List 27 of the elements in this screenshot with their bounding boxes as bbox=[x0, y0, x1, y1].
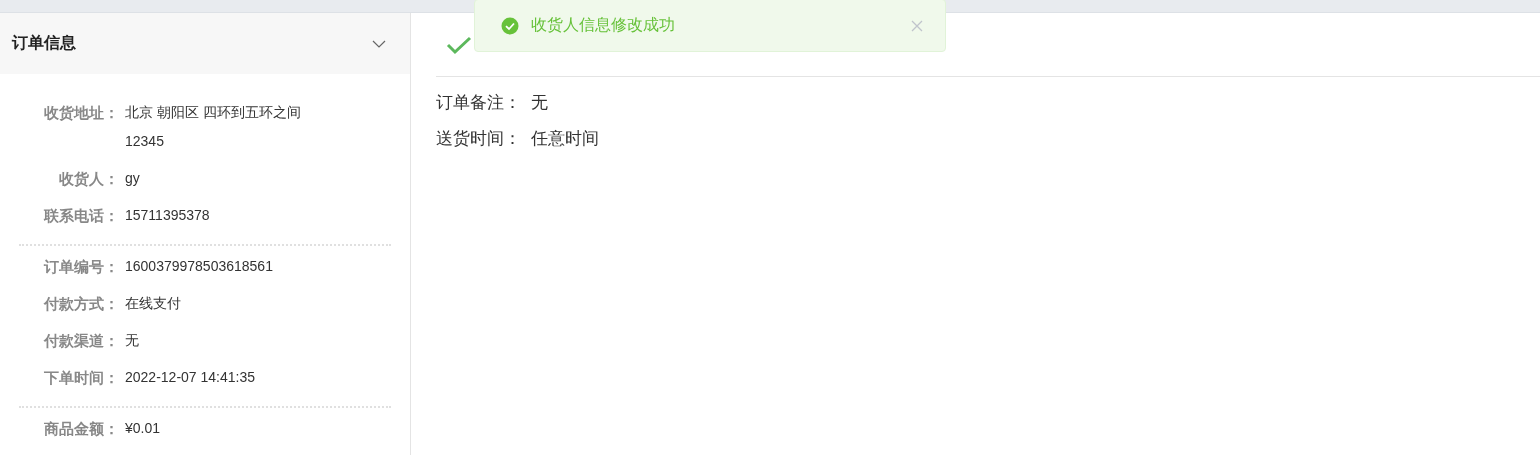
field-label: 收货地址： bbox=[43, 103, 119, 123]
field-value: 北京 朝阳区 四环到五环之间 bbox=[125, 103, 301, 122]
check-icon bbox=[446, 34, 472, 55]
field-value: gy bbox=[125, 169, 140, 188]
panel-title: 订单信息 bbox=[12, 33, 76, 53]
field-value: ¥0.01 bbox=[125, 419, 161, 438]
field-label: 送货时间： bbox=[436, 128, 521, 150]
panel-header[interactable]: 订单信息 bbox=[0, 13, 410, 74]
success-icon bbox=[501, 16, 519, 35]
field-value: 1600379978503618561 bbox=[125, 257, 273, 276]
field-label: 订单编号： bbox=[42, 257, 119, 277]
field-label: 商品金额： bbox=[43, 419, 119, 439]
field-label: 付款渠道： bbox=[42, 331, 119, 351]
field-label: 收货人： bbox=[58, 169, 119, 189]
toast-text: 收货人信息修改成功 bbox=[531, 15, 676, 35]
field-value: 在线支付 bbox=[125, 294, 181, 313]
field-label: 下单时间： bbox=[43, 368, 119, 388]
field-value: 2022-12-07 14:41:35 bbox=[125, 368, 255, 387]
field-value: 无 bbox=[531, 92, 548, 114]
field-value: 15711395378 bbox=[125, 206, 210, 225]
field-value: 12345 bbox=[125, 132, 164, 151]
field-label: 订单备注： bbox=[436, 92, 521, 114]
field-value: 任意时间 bbox=[531, 128, 599, 150]
field-label: 付款方式： bbox=[42, 294, 119, 314]
field-label: 联系电话： bbox=[43, 206, 119, 226]
field-value: 无 bbox=[125, 331, 139, 350]
close-icon[interactable] bbox=[911, 19, 923, 32]
